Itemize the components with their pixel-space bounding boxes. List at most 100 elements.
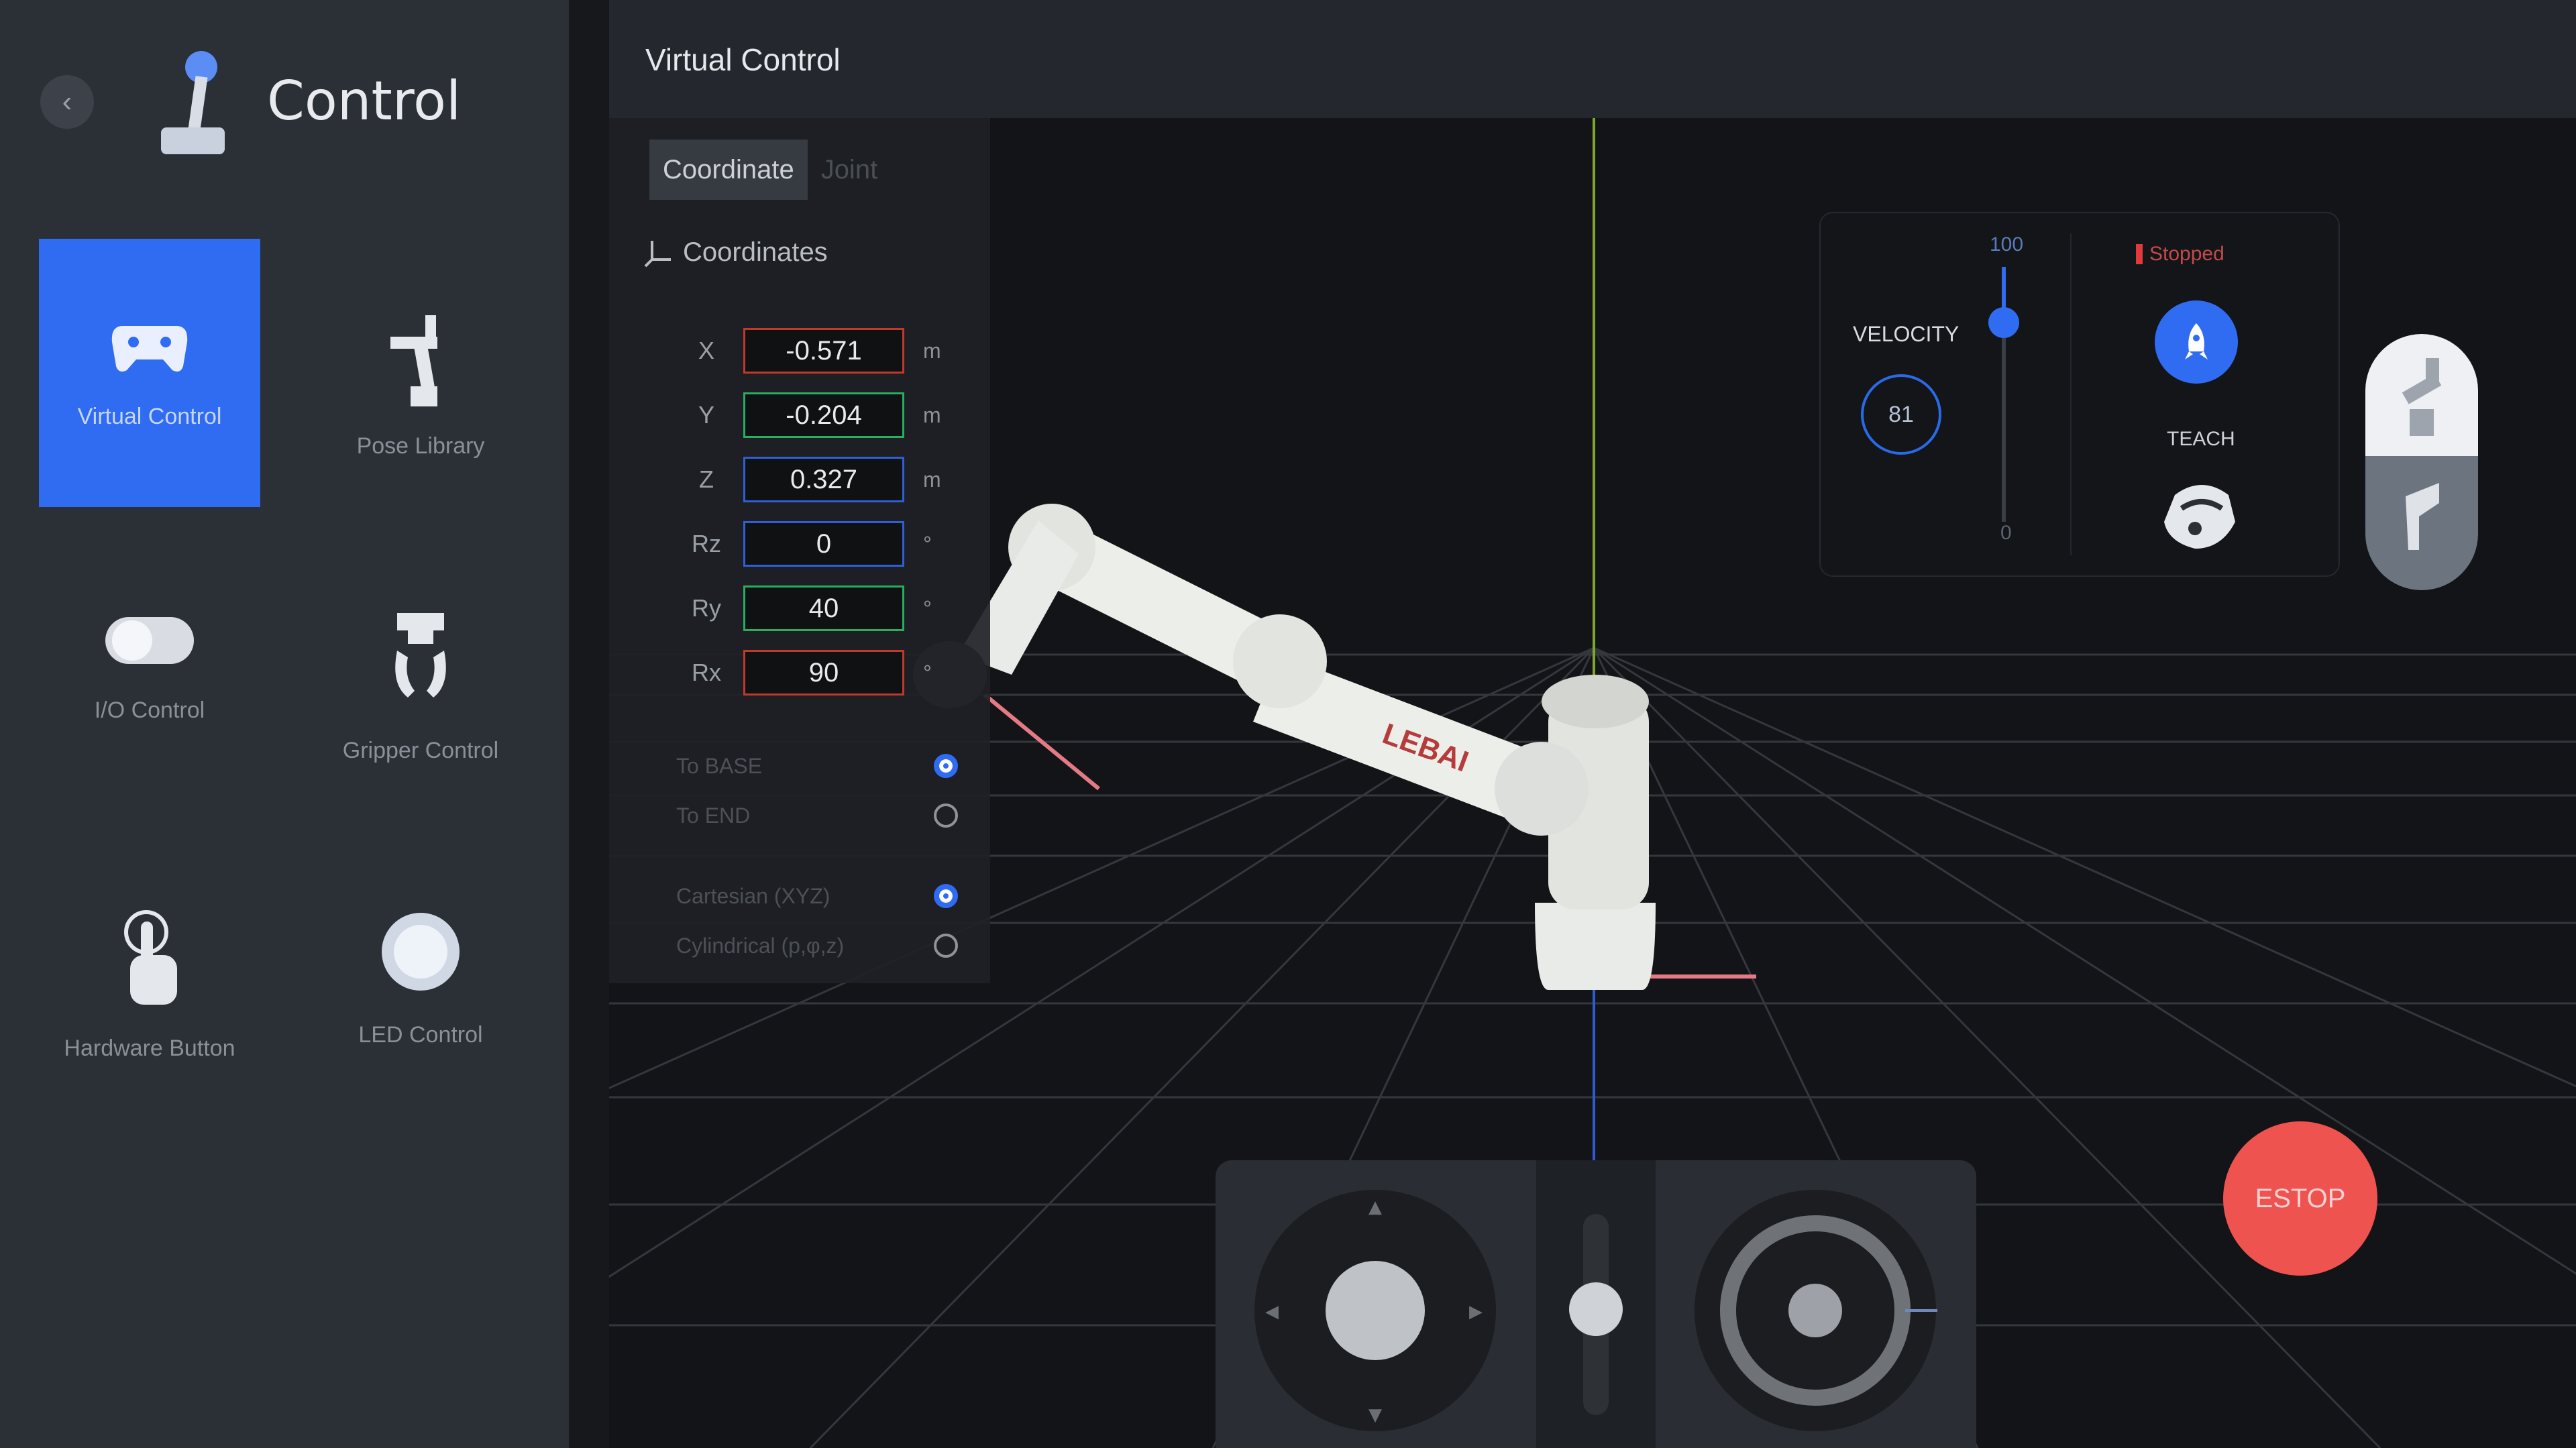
axis-label: Z [699, 465, 714, 493]
chevron-left-icon: ‹ [62, 85, 72, 118]
velocity-slider-handle[interactable] [1988, 307, 2019, 338]
radio-indicator[interactable] [934, 803, 958, 828]
tile-virtual-control[interactable]: Virtual Control [39, 239, 260, 507]
tile-hardware-button[interactable]: Hardware Button [39, 834, 260, 1103]
unit-label: ° [923, 596, 932, 620]
axis-label: Rx [692, 659, 721, 686]
joystick-knob[interactable] [1326, 1261, 1425, 1360]
main-area: Virtual Control LEBAI Coordinate Joint C… [609, 0, 2576, 1448]
back-button[interactable]: ‹ [40, 75, 94, 129]
coordinates-title: Coordinates [683, 237, 828, 267]
field-row-rx: Rx 90 ° [669, 649, 932, 696]
slider-max-label: 100 [1990, 233, 2024, 256]
tile-led-control[interactable]: LED Control [310, 834, 531, 1103]
x-input[interactable]: -0.571 [743, 328, 904, 374]
tile-label: I/O Control [94, 698, 205, 723]
svg-text:▶: ▶ [1469, 1302, 1483, 1322]
robot-arm-view-icon [2402, 358, 2442, 436]
status-badge: Stopped [2136, 243, 2224, 266]
axis-label: Ry [692, 594, 721, 622]
radio-cylindrical[interactable]: Cylindrical (p,φ,z) [676, 926, 958, 966]
toggle-switch-icon [105, 617, 194, 664]
unit-label: ° [923, 531, 932, 556]
panel-tabs: Coordinate Joint [649, 140, 891, 200]
axis-label: Y [698, 401, 714, 429]
gamepad-icon [111, 326, 188, 372]
unit-label: ° [923, 660, 932, 685]
robot-arm-icon [390, 315, 437, 406]
tile-gripper-control[interactable]: Gripper Control [310, 537, 531, 805]
field-row-x: X -0.571 m [669, 327, 941, 374]
rz-input[interactable]: 0 [743, 521, 904, 567]
status-text: Stopped [2149, 243, 2224, 265]
z-axis-slider[interactable] [1536, 1160, 1656, 1448]
svg-text:▲: ▲ [1368, 1197, 1382, 1217]
view-toggle[interactable] [2365, 334, 2478, 590]
y-input[interactable]: -0.204 [743, 392, 904, 438]
coordinates-header: Coordinates [644, 237, 828, 268]
ry-input[interactable]: 40 [743, 586, 904, 631]
gripper-icon [395, 613, 446, 698]
translation-joystick[interactable]: ▲ ▼ ◀ ▶ [1216, 1160, 1536, 1448]
rocket-icon [2185, 323, 2208, 359]
field-row-ry: Ry 40 ° [669, 585, 932, 632]
teach-hand-icon[interactable] [2155, 475, 2242, 555]
teach-label: TEACH [2167, 428, 2235, 450]
axes-icon [644, 240, 671, 267]
run-button[interactable] [2155, 300, 2238, 384]
unit-label: m [923, 338, 941, 363]
field-row-rz: Rz 0 ° [669, 520, 932, 567]
radio-to-end[interactable]: To END [676, 795, 958, 836]
radio-indicator[interactable] [934, 884, 958, 908]
velocity-value: 81 [1861, 374, 1941, 455]
tile-label: Virtual Control [77, 404, 222, 429]
coordinate-panel: Coordinate Joint Coordinates X -0.571 m … [609, 118, 990, 983]
radio-label: Cylindrical (p,φ,z) [676, 933, 845, 958]
estop-button[interactable]: ESTOP [2223, 1121, 2377, 1276]
tile-label: Hardware Button [64, 1036, 235, 1061]
rx-input[interactable]: 90 [743, 650, 904, 695]
tile-label: Pose Library [356, 433, 485, 459]
velocity-card: VELOCITY 81 100 0 Stopped TEACH [1819, 212, 2340, 577]
z-slider-column [1536, 1160, 1656, 1448]
header-bar: Virtual Control [609, 0, 2576, 118]
tile-label: LED Control [358, 1022, 483, 1048]
rotation-joystick[interactable] [1656, 1160, 1976, 1448]
field-row-z: Z 0.327 m [669, 456, 941, 503]
field-row-y: Y -0.204 m [669, 392, 941, 439]
tile-io-control[interactable]: I/O Control [39, 537, 260, 805]
radio-indicator[interactable] [934, 754, 958, 778]
slider-min-label: 0 [2000, 522, 2012, 544]
velocity-label: VELOCITY [1853, 322, 1960, 346]
tile-label: Gripper Control [342, 738, 499, 763]
axis-label: X [698, 337, 714, 364]
z-input[interactable]: 0.327 [743, 457, 904, 502]
robot-arm: LEBAI [913, 504, 1656, 990]
radio-label: Cartesian (XYZ) [676, 883, 830, 908]
radio-cartesian[interactable]: Cartesian (XYZ) [676, 876, 958, 916]
card-divider [2070, 233, 2072, 555]
radio-label: To BASE [676, 753, 763, 778]
unit-label: m [923, 402, 941, 427]
status-indicator [2136, 244, 2143, 264]
led-icon [382, 913, 460, 991]
header-title: Virtual Control [645, 42, 841, 77]
tile-pose-library[interactable]: Pose Library [310, 239, 531, 507]
end-effector-view-icon[interactable] [2365, 456, 2478, 590]
axis-label: Rz [692, 530, 721, 557]
joystick-panel: ▲ ▼ ◀ ▶ [1216, 1160, 1976, 1448]
hand-pointer-icon [124, 910, 177, 1005]
radio-to-base[interactable]: To BASE [676, 746, 958, 786]
svg-text:▼: ▼ [1368, 1405, 1382, 1425]
joystick-logo-icon [161, 51, 225, 154]
radio-indicator[interactable] [934, 934, 958, 958]
radio-label: To END [676, 803, 751, 828]
tab-coordinate[interactable]: Coordinate [649, 140, 808, 200]
tab-joint[interactable]: Joint [808, 140, 892, 200]
sidebar: ‹ Control Virtual Control Pose Library I… [0, 0, 569, 1448]
rotation-knob[interactable] [1788, 1284, 1842, 1337]
unit-label: m [923, 467, 941, 492]
view-arm-option[interactable] [2365, 334, 2478, 456]
z-slider-knob[interactable] [1569, 1282, 1623, 1336]
svg-text:◀: ◀ [1265, 1302, 1279, 1322]
